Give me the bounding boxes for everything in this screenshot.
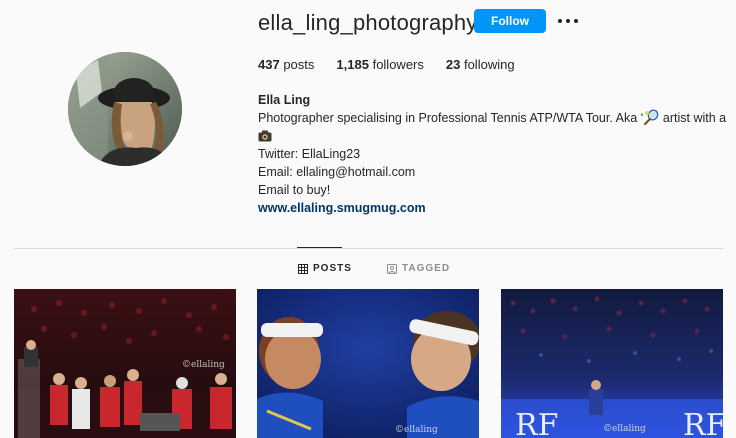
followers-label: followers	[372, 57, 424, 72]
watermark: ©ellaling	[395, 425, 438, 435]
grid-icon	[298, 263, 308, 274]
post-thumbnail[interactable]: RF RF ©ellaling	[501, 289, 723, 438]
avatar[interactable]	[68, 52, 182, 166]
tab-tagged[interactable]: TAGGED	[387, 263, 450, 274]
username: ella_ling_photography	[258, 10, 478, 35]
following-label: following	[463, 57, 515, 72]
tennis-racket-icon	[644, 109, 659, 125]
post-photo: ©ellaling	[14, 289, 236, 438]
posts-stat: 437 posts	[258, 57, 314, 72]
followers-count: 1,185	[336, 57, 369, 72]
tab-posts[interactable]: POSTS	[298, 263, 352, 274]
profile-stats: 437 posts 1,185 followers 23 following	[258, 57, 537, 72]
bio-email: Email: ellaling@hotmail.com	[258, 165, 416, 179]
bio-description: Photographer specialising in Professiona…	[258, 111, 644, 125]
avatar-photo	[68, 52, 182, 166]
bio-twitter: Twitter: EllaLing23	[258, 147, 361, 161]
svg-text:RF: RF	[683, 408, 723, 438]
camera-icon	[258, 130, 272, 142]
posts-count: 437	[258, 57, 280, 72]
bio-description-end: artist with a	[659, 111, 727, 125]
followers-stat[interactable]: 1,185 followers	[336, 57, 423, 72]
bio-cta: Email to buy!	[258, 183, 331, 197]
tab-tagged-label: TAGGED	[402, 263, 451, 274]
website-link[interactable]: www.ellaling.smugmug.com	[258, 199, 728, 217]
following-count: 23	[445, 57, 461, 72]
post-thumbnail[interactable]: ©ellaling	[257, 289, 479, 438]
active-tab-indicator	[297, 247, 342, 248]
profile-page: ella_ling_photography Follow 437 posts 1…	[0, 0, 736, 438]
more-options-icon[interactable]	[558, 17, 578, 25]
following-stat[interactable]: 23 following	[446, 57, 515, 72]
full-name: Ella Ling	[258, 93, 311, 107]
profile-bio: Ella Ling Photographer specialising in P…	[258, 91, 728, 217]
watermark: ©ellaling	[603, 424, 646, 434]
bio-line-2	[258, 127, 728, 145]
tag-icon	[387, 263, 397, 274]
bio-line-1: Photographer specialising in Professiona…	[258, 109, 728, 127]
tab-posts-label: POSTS	[313, 263, 352, 274]
follow-button[interactable]: Follow	[474, 9, 546, 33]
post-photo: ©ellaling	[257, 289, 479, 438]
watermark: ©ellaling	[182, 360, 225, 370]
divider	[14, 248, 723, 249]
svg-text:RF: RF	[515, 408, 558, 438]
post-thumbnail[interactable]: ©ellaling	[14, 289, 236, 438]
post-photo: RF RF ©ellaling	[501, 289, 723, 438]
posts-label: posts	[283, 57, 315, 72]
